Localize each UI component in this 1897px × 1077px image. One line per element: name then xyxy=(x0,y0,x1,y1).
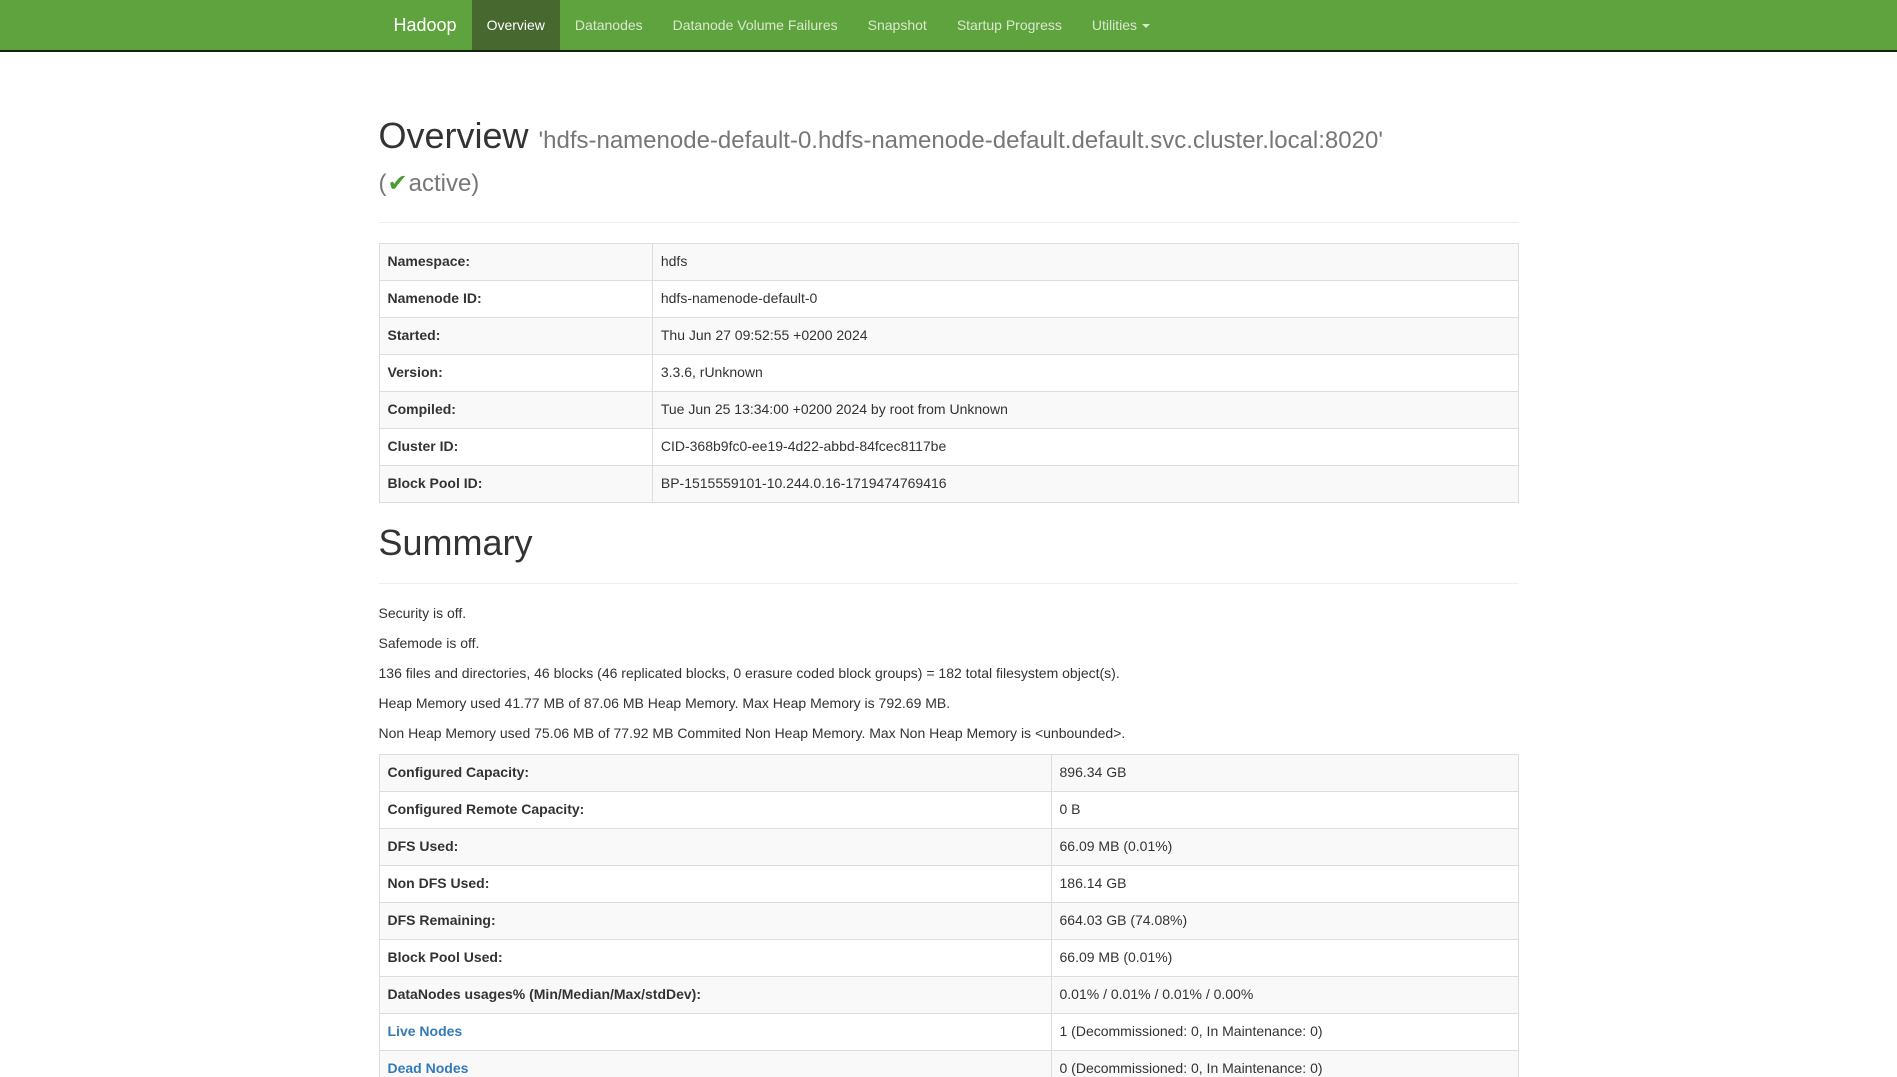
summary-text: Security is off. Safemode is off. 136 file… xyxy=(379,604,1519,744)
stats-value-non-dfs-used: 186.14 GB xyxy=(1051,865,1518,902)
nav-link-datanode-volume-failures[interactable]: Datanode Volume Failures xyxy=(658,0,853,50)
info-value-compiled: Tue Jun 25 13:34:00 +0200 2024 by root f… xyxy=(652,392,1518,429)
summary-line-1: Security is off. xyxy=(379,604,1519,624)
nav-link-startup-progress[interactable]: Startup Progress xyxy=(942,0,1077,50)
namenode-address-text: 'hdfs-namenode-default-0.hdfs-namenode-d… xyxy=(539,127,1383,154)
info-value-block-pool-id: BP-1515559101-10.244.0.16-1719474769416 xyxy=(652,466,1518,503)
caret-down-icon xyxy=(1142,24,1150,28)
info-label-namenode-id: Namenode ID: xyxy=(379,281,652,318)
info-row-block-pool-id: Block Pool ID:BP-1515559101-10.244.0.16-… xyxy=(379,466,1518,503)
info-value-namenode-id: hdfs-namenode-default-0 xyxy=(652,281,1518,318)
dead-nodes-link[interactable]: Dead Nodes xyxy=(388,1060,469,1076)
nav-item-snapshot: Snapshot xyxy=(853,0,942,50)
state-open-paren: ( xyxy=(379,170,387,197)
info-row-cluster-id: Cluster ID:CID-368b9fc0-ee19-4d22-abbd-8… xyxy=(379,429,1518,466)
navbar-menu: OverviewDatanodesDatanode Volume Failure… xyxy=(472,0,1165,50)
stats-row-dfs-used: DFS Used:66.09 MB (0.01%) xyxy=(379,828,1518,865)
stats-label-live-nodes: Live Nodes xyxy=(379,1013,1051,1050)
stats-row-non-dfs-used: Non DFS Used:186.14 GB xyxy=(379,865,1518,902)
stats-value-block-pool-used: 66.09 MB (0.01%) xyxy=(1051,939,1518,976)
stats-row-datanodes-usages-min-median-max-stddev: DataNodes usages% (Min/Median/Max/stdDev… xyxy=(379,976,1518,1013)
state-label: active) xyxy=(409,170,480,197)
info-label-cluster-id: Cluster ID: xyxy=(379,429,652,466)
stats-label-datanodes-usages-min-median-max-stddev: DataNodes usages% (Min/Median/Max/stdDev… xyxy=(379,976,1051,1013)
info-label-compiled: Compiled: xyxy=(379,392,652,429)
stats-row-dead-nodes: Dead Nodes 0 (Decommissioned: 0, In Maint… xyxy=(379,1050,1518,1077)
divider xyxy=(379,222,1519,223)
navbar-brand: Hadoop xyxy=(379,0,472,50)
summary-line-2: Safemode is off. xyxy=(379,634,1519,654)
stats-row-dfs-remaining: DFS Remaining:664.03 GB (74.08%) xyxy=(379,902,1518,939)
nav-item-utilities: Utilities xyxy=(1077,0,1165,50)
check-icon: ✔ xyxy=(387,170,409,197)
main-content: Overview 'hdfs-namenode-default-0.hdfs-n… xyxy=(364,52,1534,1077)
stats-value-configured-capacity: 896.34 GB xyxy=(1051,754,1518,791)
info-row-namespace: Namespace:hdfs xyxy=(379,244,1518,281)
stats-label-dead-nodes: Dead Nodes xyxy=(379,1050,1051,1077)
stats-row-block-pool-used: Block Pool Used:66.09 MB (0.01%) xyxy=(379,939,1518,976)
namenode-info-table: Namespace:hdfsNamenode ID:hdfs-namenode-… xyxy=(379,243,1519,503)
info-row-started: Started:Thu Jun 27 09:52:55 +0200 2024 xyxy=(379,318,1518,355)
stats-value-dead-nodes: 0 (Decommissioned: 0, In Maintenance: 0) xyxy=(1051,1050,1518,1077)
info-row-compiled: Compiled:Tue Jun 25 13:34:00 +0200 2024 … xyxy=(379,392,1518,429)
nav-link-snapshot[interactable]: Snapshot xyxy=(853,0,942,50)
stats-value-configured-remote-capacity: 0 B xyxy=(1051,791,1518,828)
stats-value-dfs-used: 66.09 MB (0.01%) xyxy=(1051,828,1518,865)
nav-item-datanodes: Datanodes xyxy=(560,0,658,50)
stats-value-dfs-remaining: 664.03 GB (74.08%) xyxy=(1051,902,1518,939)
info-label-version: Version: xyxy=(379,355,652,392)
stats-label-dfs-used: DFS Used: xyxy=(379,828,1051,865)
info-label-block-pool-id: Block Pool ID: xyxy=(379,466,652,503)
nav-item-startup-progress: Startup Progress xyxy=(942,0,1077,50)
nav-item-datanode-volume-failures: Datanode Volume Failures xyxy=(658,0,853,50)
stats-label-configured-capacity: Configured Capacity: xyxy=(379,754,1051,791)
info-row-version: Version:3.3.6, rUnknown xyxy=(379,355,1518,392)
storage-stats-table: Configured Capacity:896.34 GBConfigured … xyxy=(379,754,1519,1077)
stats-row-configured-remote-capacity: Configured Remote Capacity:0 B xyxy=(379,791,1518,828)
stats-value-datanodes-usages-min-median-max-stddev: 0.01% / 0.01% / 0.01% / 0.00% xyxy=(1051,976,1518,1013)
info-value-cluster-id: CID-368b9fc0-ee19-4d22-abbd-84fcec8117be xyxy=(652,429,1518,466)
nav-item-overview: Overview xyxy=(472,0,560,50)
info-value-namespace: hdfs xyxy=(652,244,1518,281)
stats-row-live-nodes: Live Nodes 1 (Decommissioned: 0, In Maint… xyxy=(379,1013,1518,1050)
info-value-started: Thu Jun 27 09:52:55 +0200 2024 xyxy=(652,318,1518,355)
stats-value-live-nodes: 1 (Decommissioned: 0, In Maintenance: 0) xyxy=(1051,1013,1518,1050)
stats-label-block-pool-used: Block Pool Used: xyxy=(379,939,1051,976)
namenode-info-table-body: Namespace:hdfsNamenode ID:hdfs-namenode-… xyxy=(379,244,1518,503)
summary-title: Summary xyxy=(379,523,1519,563)
info-label-namespace: Namespace: xyxy=(379,244,652,281)
navbar-container: Hadoop OverviewDatanodesDatanode Volume … xyxy=(364,0,1534,50)
nav-link-overview[interactable]: Overview xyxy=(472,0,560,50)
stats-row-configured-capacity: Configured Capacity:896.34 GB xyxy=(379,754,1518,791)
live-nodes-link[interactable]: Live Nodes xyxy=(388,1023,463,1039)
page-title: Overview 'hdfs-namenode-default-0.hdfs-n… xyxy=(379,116,1519,202)
nav-link-datanodes[interactable]: Datanodes xyxy=(560,0,658,50)
navbar: Hadoop OverviewDatanodesDatanode Volume … xyxy=(0,0,1897,52)
nav-link-utilities[interactable]: Utilities xyxy=(1077,0,1165,50)
namenode-address: 'hdfs-namenode-default-0.hdfs-namenode-d… xyxy=(379,127,1383,197)
storage-stats-table-body: Configured Capacity:896.34 GBConfigured … xyxy=(379,754,1518,1077)
info-row-namenode-id: Namenode ID:hdfs-namenode-default-0 xyxy=(379,281,1518,318)
stats-label-non-dfs-used: Non DFS Used: xyxy=(379,865,1051,902)
summary-line-4: Heap Memory used 41.77 MB of 87.06 MB He… xyxy=(379,694,1519,714)
info-label-started: Started: xyxy=(379,318,652,355)
summary-line-5: Non Heap Memory used 75.06 MB of 77.92 M… xyxy=(379,724,1519,744)
summary-line-3: 136 files and directories, 46 blocks (46… xyxy=(379,664,1519,684)
stats-label-configured-remote-capacity: Configured Remote Capacity: xyxy=(379,791,1051,828)
divider xyxy=(379,583,1519,584)
stats-label-dfs-remaining: DFS Remaining: xyxy=(379,902,1051,939)
page-title-text: Overview xyxy=(379,115,529,156)
namenode-state: (✔active) xyxy=(379,170,480,197)
info-value-version: 3.3.6, rUnknown xyxy=(652,355,1518,392)
